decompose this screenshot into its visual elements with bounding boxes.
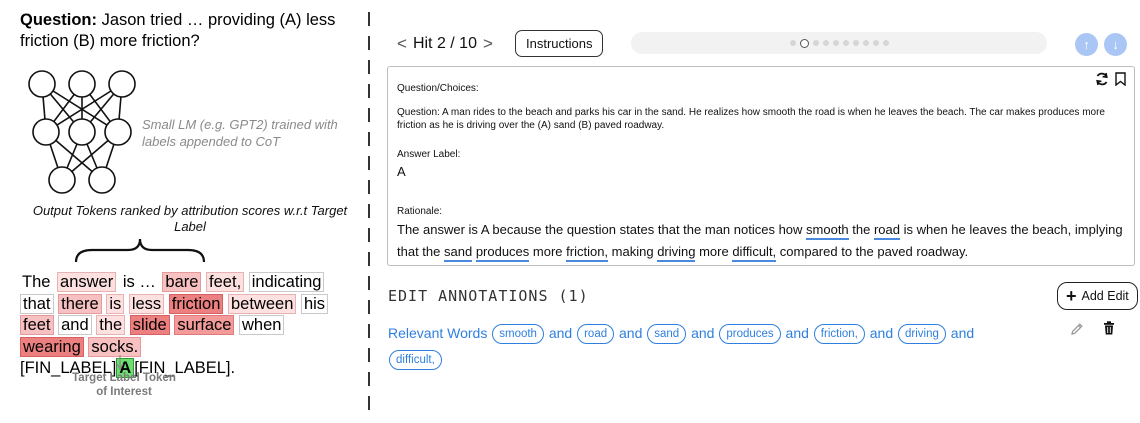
progress-dot[interactable]: [852, 40, 859, 46]
target-label-caption: Target Label Token of Interest: [72, 372, 176, 398]
annotation-connector: and: [615, 325, 647, 341]
annotation-entry: Relevant Words smooth and road and sand …: [388, 320, 988, 372]
attribution-token: indicating: [248, 272, 325, 292]
attribution-token: socks.: [88, 336, 142, 357]
annotation-word-chip[interactable]: difficult,: [389, 350, 442, 370]
answer-label-title: Answer Label:: [397, 149, 461, 160]
attribution-token: answer: [57, 272, 117, 292]
trash-icon[interactable]: [1103, 321, 1115, 335]
instructions-button[interactable]: Instructions: [515, 30, 604, 57]
highlighted-word: smooth: [806, 222, 849, 240]
highlighted-word: driving: [657, 244, 696, 262]
annotation-word-chip[interactable]: sand: [647, 324, 687, 344]
annotation-word-chip[interactable]: driving: [898, 324, 946, 344]
highlighted-word: friction,: [566, 244, 609, 262]
rationale-segment: making: [608, 244, 658, 259]
attribution-token: surface: [174, 315, 235, 335]
annotation-word-chip[interactable]: friction,: [813, 324, 865, 344]
question-text-full: Question: A man rides to the beach and p…: [397, 107, 1105, 131]
progress-dot[interactable]: [872, 40, 879, 46]
down-arrow-icon: [116, 355, 124, 371]
attribution-token: wearing: [20, 336, 84, 357]
highlighted-word: difficult,: [732, 244, 777, 262]
attribution-token: there: [58, 293, 102, 314]
attribution-token: and: [58, 315, 92, 335]
annotation-connector: and: [544, 325, 577, 341]
question-choices-title: Question/Choices:: [397, 83, 479, 94]
plus-icon: +: [1066, 286, 1077, 306]
scroll-down-button[interactable]: ↓: [1104, 33, 1127, 56]
output-caption: Output Tokens ranked by attribution scor…: [32, 203, 348, 234]
attribution-token: that: [20, 293, 54, 314]
question-prefix: Question:: [20, 11, 97, 29]
progress-dot[interactable]: [799, 38, 809, 48]
attribution-token: less: [128, 293, 165, 314]
add-edit-label: Add Edit: [1081, 289, 1129, 303]
attribution-token: between: [227, 293, 297, 314]
annotation-word-chip[interactable]: smooth: [492, 324, 544, 344]
rationale-segment: compared to the paved roadway.: [776, 244, 969, 259]
highlighted-word: sand: [443, 244, 473, 262]
next-hit-button[interactable]: >: [483, 34, 493, 54]
attribution-token: when: [239, 315, 285, 335]
answer-label-value: A: [397, 164, 406, 179]
attribution-token: feet,: [206, 272, 245, 292]
attribution-token: is …: [122, 273, 156, 291]
hit-navigation: < Hit 2 / 10 >: [397, 33, 493, 55]
rationale-text: The answer is A because the question sta…: [397, 219, 1127, 263]
annotation-connector: and: [781, 325, 813, 341]
rationale-segment: more: [529, 244, 567, 259]
neural-network-icon: [28, 70, 136, 194]
progress-dot[interactable]: [882, 40, 889, 46]
attribution-token: bare: [162, 272, 202, 292]
progress-dot[interactable]: [842, 40, 849, 46]
hit-progress-dots: [631, 32, 1047, 54]
add-edit-button[interactable]: + Add Edit: [1057, 282, 1138, 310]
rationale-segment: The answer is A because the question sta…: [397, 222, 807, 237]
figure-panel: Question: Jason tried … providing (A) le…: [0, 0, 360, 423]
progress-dot[interactable]: [789, 40, 796, 46]
scroll-up-button[interactable]: ↑: [1075, 33, 1098, 56]
dashed-divider: [368, 12, 370, 414]
annotation-ui: < Hit 2 / 10 > Instructions ↑ ↓ Question…: [385, 0, 1140, 423]
edit-annotations-title: EDIT ANNOTATIONS (1): [388, 287, 589, 305]
attribution-token: slide: [129, 315, 170, 335]
progress-dot[interactable]: [862, 40, 869, 46]
hit-counter: Hit 2 / 10: [412, 35, 477, 52]
attribution-token: his: [300, 293, 329, 314]
curly-brace-icon: [74, 238, 206, 263]
question-box: Question/Choices: Question: A man rides …: [387, 66, 1135, 266]
highlighted-word: produces: [475, 244, 530, 262]
rationale-title: Rationale:: [397, 206, 443, 217]
annotation-connector: and: [687, 325, 719, 341]
pencil-icon[interactable]: [1070, 322, 1084, 336]
rationale-segment: more: [695, 244, 733, 259]
progress-dot[interactable]: [822, 40, 829, 46]
attribution-token: feet: [20, 315, 54, 335]
attribution-token: friction: [168, 293, 224, 314]
annotation-word-chip[interactable]: road: [577, 324, 615, 344]
prev-hit-button[interactable]: <: [397, 34, 407, 54]
attribution-token: is: [106, 293, 125, 314]
annotation-word-chip[interactable]: produces: [719, 324, 781, 344]
annotation-label: Relevant Words: [388, 325, 488, 341]
model-caption: Small LM (e.g. GPT2) trained with labels…: [142, 117, 338, 149]
highlighted-word: road: [873, 222, 900, 240]
progress-dot[interactable]: [812, 40, 819, 46]
annotation-connector: and: [865, 325, 898, 341]
attribution-token: the: [96, 315, 126, 335]
progress-dot[interactable]: [832, 40, 839, 46]
rationale-segment: the: [848, 222, 874, 237]
attribution-token: The: [22, 273, 51, 291]
attribution-tokens: The answer is … bare feet, indicating th…: [20, 272, 340, 380]
figure-question: Question: Jason tried … providing (A) le…: [20, 10, 360, 52]
annotation-connector: and: [946, 325, 975, 341]
